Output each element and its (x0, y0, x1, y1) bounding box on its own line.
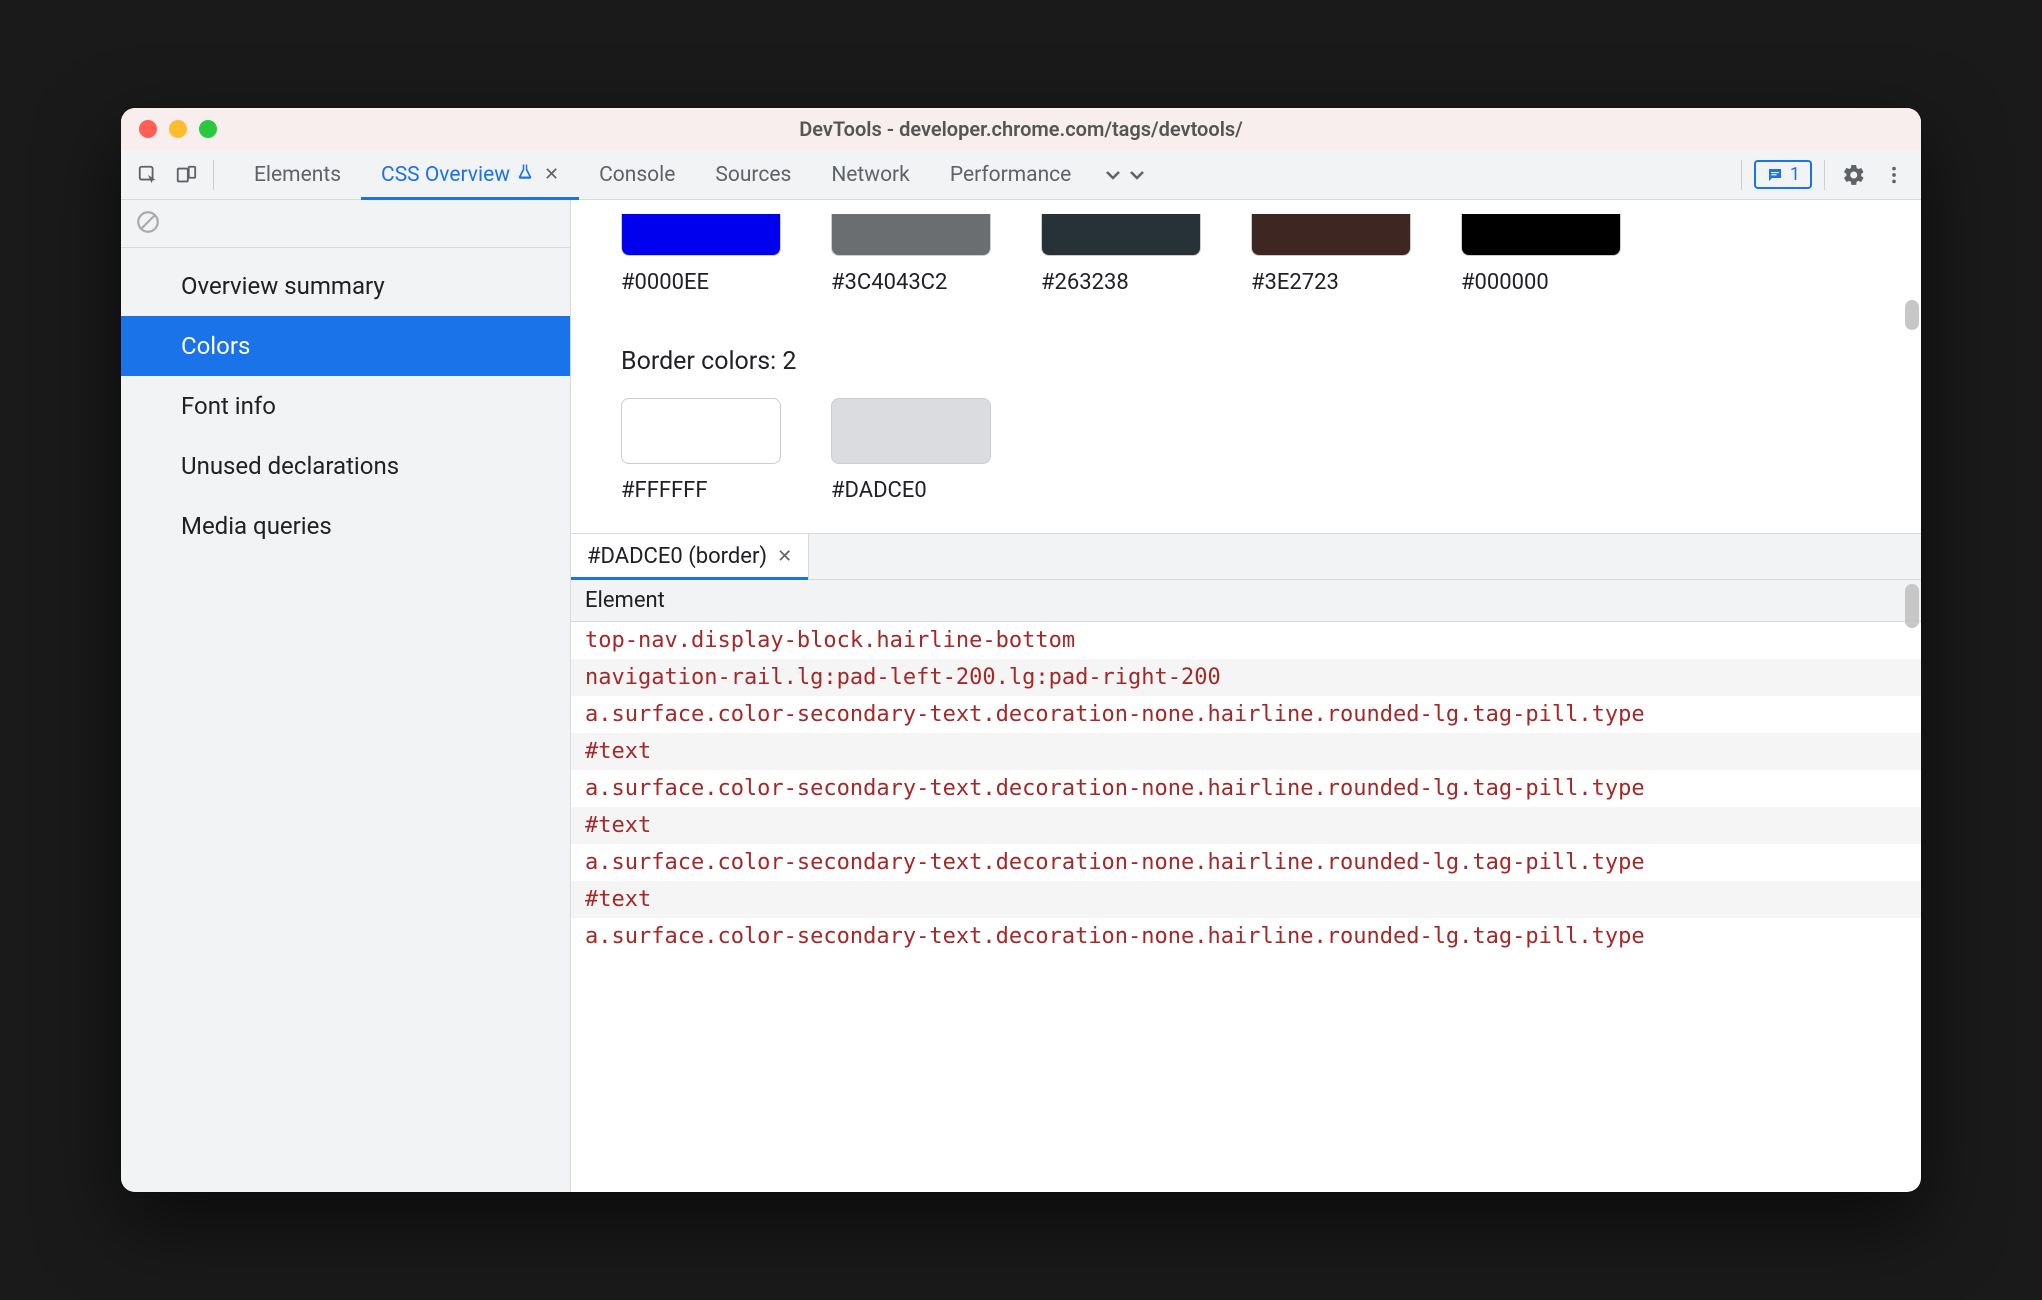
swatch-hex: #3C4043C2 (831, 270, 947, 295)
sidebar: Overview summaryColorsFont infoUnused de… (121, 200, 571, 1192)
sidebar-toolbar (121, 200, 570, 248)
element-row[interactable]: #text (571, 881, 1921, 918)
window-title: DevTools - developer.chrome.com/tags/dev… (121, 117, 1921, 141)
main-toolbar: Elements CSS Overview ✕ Console Sources Netwo… (121, 150, 1921, 200)
tab-performance[interactable]: Performance (930, 150, 1091, 199)
sidebar-item-font-info[interactable]: Font info (121, 376, 570, 436)
scrollbar-thumb[interactable] (1905, 584, 1919, 628)
drawer-tab-label: #DADCE0 (border) (587, 544, 767, 569)
device-toolbar-icon[interactable] (169, 158, 203, 192)
kebab-menu-icon[interactable] (1877, 158, 1911, 192)
sidebar-items: Overview summaryColorsFont infoUnused de… (121, 248, 570, 556)
swatch-hex: #FFFFFF (621, 478, 708, 503)
drawer: #DADCE0 (border) ✕ Element top-nav.displ… (571, 533, 1921, 1192)
color-swatch[interactable]: #3C4043C2 (831, 214, 991, 295)
swatch-chip (1041, 214, 1201, 256)
tab-elements[interactable]: Elements (234, 150, 361, 199)
titlebar: DevTools - developer.chrome.com/tags/dev… (121, 108, 1921, 150)
issues-badge[interactable]: 1 (1754, 160, 1812, 189)
swatch-hex: #263238 (1041, 270, 1129, 295)
drawer-column-header: Element (571, 580, 1921, 622)
element-row[interactable]: a.surface.color-secondary-text.decoratio… (571, 918, 1921, 955)
devtools-window: DevTools - developer.chrome.com/tags/dev… (121, 108, 1921, 1192)
swatch-hex: #DADCE0 (831, 478, 927, 503)
swatch-chip (831, 398, 991, 464)
element-row[interactable]: a.surface.color-secondary-text.decoratio… (571, 696, 1921, 733)
color-swatch[interactable]: #FFFFFF (621, 398, 781, 503)
element-row[interactable]: #text (571, 733, 1921, 770)
tab-network[interactable]: Network (811, 150, 930, 199)
tab-label: Sources (715, 163, 791, 187)
divider (1741, 160, 1742, 190)
element-row[interactable]: a.surface.color-secondary-text.decoratio… (571, 844, 1921, 881)
swatch-hex: #0000EE (621, 270, 709, 295)
tab-label: Console (599, 163, 675, 187)
colors-pane: #0000EE #3C4043C2 #263238 #3E2723 #000000 Bo… (571, 200, 1921, 533)
element-row[interactable]: a.surface.color-secondary-text.decoratio… (571, 770, 1921, 807)
color-swatch[interactable]: #DADCE0 (831, 398, 991, 503)
more-tabs-icon[interactable] (1091, 150, 1159, 199)
color-swatch[interactable]: #3E2723 (1251, 214, 1411, 295)
panel-tabs: Elements CSS Overview ✕ Console Sources Netwo… (234, 150, 1091, 199)
close-icon[interactable]: ✕ (544, 164, 559, 185)
sidebar-item-overview-summary[interactable]: Overview summary (121, 256, 570, 316)
swatch-chip (621, 398, 781, 464)
sidebar-item-unused-declarations[interactable]: Unused declarations (121, 436, 570, 496)
tab-console[interactable]: Console (579, 150, 695, 199)
drawer-tab-color[interactable]: #DADCE0 (border) ✕ (571, 534, 809, 579)
tab-label: CSS Overview (381, 163, 510, 187)
tab-css-overview[interactable]: CSS Overview ✕ (361, 150, 579, 199)
color-swatch[interactable]: #000000 (1461, 214, 1621, 295)
chat-icon (1766, 166, 1784, 184)
swatch-row-border: #FFFFFF #DADCE0 (621, 398, 1871, 503)
scrollbar-thumb[interactable] (1905, 300, 1919, 330)
element-row[interactable]: #text (571, 807, 1921, 844)
experiment-icon (516, 163, 534, 187)
swatch-chip (831, 214, 991, 256)
swatch-chip (621, 214, 781, 256)
swatch-row: #0000EE #3C4043C2 #263238 #3E2723 #000000 (621, 214, 1871, 295)
main-panel: #0000EE #3C4043C2 #263238 #3E2723 #000000 Bo… (571, 200, 1921, 1192)
tab-sources[interactable]: Sources (695, 150, 811, 199)
drawer-body: top-nav.display-block.hairline-bottomnav… (571, 622, 1921, 1192)
color-swatch[interactable]: #0000EE (621, 214, 781, 295)
tab-label: Performance (950, 163, 1071, 187)
drawer-tabs: #DADCE0 (border) ✕ (571, 534, 1921, 580)
tab-label: Network (831, 163, 910, 187)
sidebar-item-media-queries[interactable]: Media queries (121, 496, 570, 556)
content-area: Overview summaryColorsFont infoUnused de… (121, 200, 1921, 1192)
issues-count: 1 (1790, 164, 1800, 185)
inspect-element-icon[interactable] (131, 158, 165, 192)
divider (1824, 160, 1825, 190)
swatch-chip (1251, 214, 1411, 256)
close-icon[interactable]: ✕ (777, 546, 792, 567)
sidebar-item-colors[interactable]: Colors (121, 316, 570, 376)
border-colors-heading: Border colors: 2 (621, 347, 1871, 376)
swatch-hex: #000000 (1461, 270, 1549, 295)
settings-icon[interactable] (1837, 158, 1871, 192)
color-swatch[interactable]: #263238 (1041, 214, 1201, 295)
swatch-chip (1461, 214, 1621, 256)
element-row[interactable]: top-nav.display-block.hairline-bottom (571, 622, 1921, 659)
clear-overview-icon[interactable] (135, 209, 161, 239)
divider (213, 160, 214, 190)
tab-label: Elements (254, 163, 341, 187)
element-row[interactable]: navigation-rail.lg:pad-left-200.lg:pad-r… (571, 659, 1921, 696)
swatch-hex: #3E2723 (1251, 270, 1339, 295)
